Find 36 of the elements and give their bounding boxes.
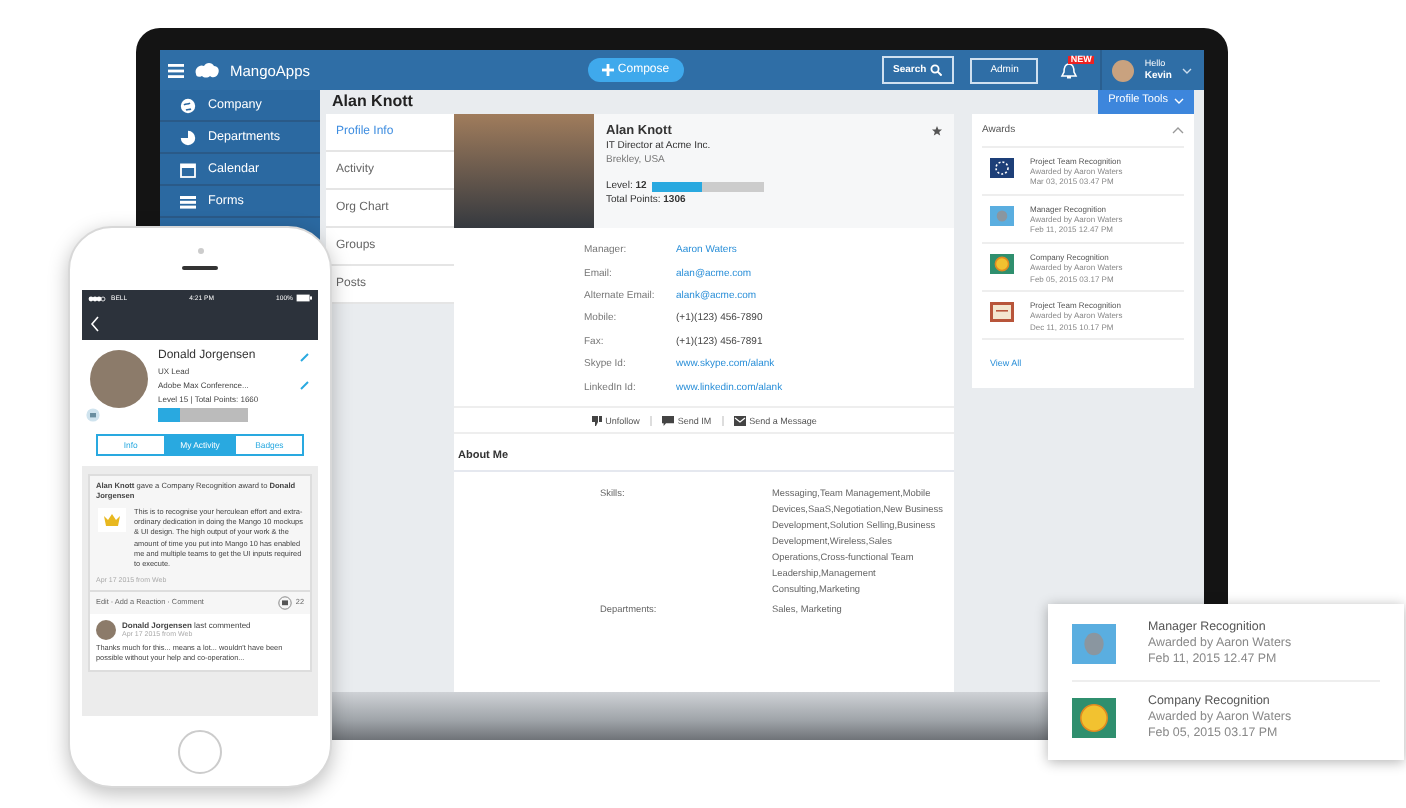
certificate-icon — [990, 302, 1014, 323]
chevron-up-icon — [1172, 125, 1184, 133]
thumbs-down-icon — [591, 415, 602, 426]
list-icon — [180, 193, 196, 209]
pie-chart-icon — [180, 129, 196, 145]
comment-icon — [277, 595, 292, 610]
envelope-icon — [733, 415, 746, 426]
plus-icon — [601, 64, 614, 76]
hand-emblem-icon — [990, 205, 1014, 226]
caret-icon — [1182, 67, 1192, 73]
seal-emblem-icon — [990, 253, 1014, 274]
caret-icon — [1174, 98, 1184, 105]
camera-icon — [86, 408, 100, 422]
commenter-avatar — [96, 619, 116, 640]
page-title: Alan Knott — [332, 92, 413, 111]
seal-emblem-icon — [1072, 698, 1116, 739]
home-button[interactable] — [178, 729, 222, 773]
profile-photo — [454, 113, 594, 227]
battery-icon — [295, 294, 312, 302]
signal-dots-icon — [88, 295, 108, 301]
pencil-icon — [300, 351, 310, 361]
search-icon — [930, 64, 943, 76]
hand-emblem-icon — [1072, 624, 1116, 665]
star-icon — [932, 126, 942, 137]
crown-icon — [98, 508, 126, 533]
back-icon — [90, 315, 100, 331]
menu-icon — [168, 63, 184, 77]
globe-icon — [180, 97, 196, 113]
calendar-icon — [180, 161, 196, 177]
medal-emblem-icon — [990, 157, 1014, 177]
pencil-icon — [300, 380, 310, 390]
avatar — [1112, 59, 1135, 81]
bell-icon — [1060, 61, 1079, 79]
logo-icon — [194, 61, 220, 79]
avatar — [90, 350, 148, 408]
chat-icon — [661, 415, 674, 426]
